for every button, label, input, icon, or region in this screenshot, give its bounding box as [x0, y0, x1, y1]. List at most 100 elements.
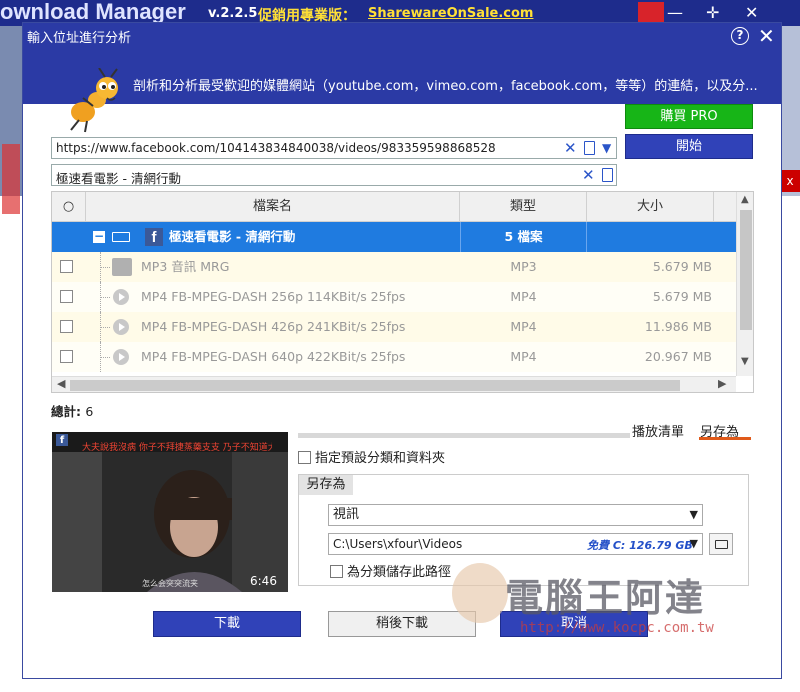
dialog-title: 輸入位址進行分析: [27, 31, 132, 46]
category-value: 視訊: [333, 507, 360, 522]
paste-name-icon[interactable]: [602, 168, 613, 182]
row-checkbox[interactable]: [60, 320, 73, 333]
total-count: 總計: 6: [51, 401, 93, 420]
total-value: 6: [85, 404, 94, 419]
save-path-for-category-option[interactable]: 為分類儲存此路徑: [330, 561, 451, 580]
scroll-left-icon[interactable]: ◀: [57, 377, 65, 390]
computer-icon: [112, 232, 130, 242]
row-checkbox[interactable]: [60, 350, 73, 363]
url-history-dropdown-icon[interactable]: ▼: [602, 141, 611, 155]
folder-icon: [715, 540, 728, 549]
row-name: MP4 FB-MPEG-DASH 426p 241KBit/s 25fps: [141, 319, 406, 334]
group-name: 極速看電影 - 清網行動: [169, 229, 296, 244]
header-select-all[interactable]: ○: [52, 192, 86, 222]
row-size: 5.679 MB: [652, 289, 712, 304]
minimize-icon[interactable]: —: [667, 3, 683, 22]
cancel-button[interactable]: 取消: [500, 611, 648, 637]
vertical-scroll-thumb[interactable]: [740, 210, 752, 330]
use-default-checkbox[interactable]: [298, 451, 311, 464]
save-path-value: C:\Users\xfour\Videos: [333, 537, 463, 551]
facebook-small-icon: f: [56, 434, 68, 446]
chevron-down-icon[interactable]: ▼: [690, 505, 698, 525]
start-button[interactable]: 開始: [625, 134, 753, 159]
category-select[interactable]: 視訊 ▼: [328, 504, 703, 526]
table-header: ○ 檔案名 類型 大小: [52, 192, 736, 222]
dialog-header: 輸入位址進行分析 ? ✕ 剖析和分析最受歡迎的媒體網站（youtube.com，…: [23, 23, 781, 133]
table-group-row[interactable]: − f 極速看電影 - 清網行動 5 檔案: [52, 222, 736, 252]
maximize-icon[interactable]: ✛: [706, 3, 719, 22]
row-size: 5.679 MB: [652, 259, 712, 274]
save-path-checkbox[interactable]: [330, 565, 343, 578]
header-file-name[interactable]: 檔案名: [86, 192, 460, 222]
clear-url-icon[interactable]: ✕: [564, 139, 577, 157]
ant-logo-icon: [70, 68, 118, 133]
header-type[interactable]: 類型: [460, 192, 587, 222]
video-file-icon: [113, 349, 129, 365]
background-close-icon[interactable]: ✕: [745, 3, 758, 22]
row-name: MP4 FB-MPEG-DASH 256p 114KBit/s 25fps: [141, 289, 406, 304]
tab-playlist[interactable]: 播放清單: [632, 421, 684, 440]
facebook-icon: f: [145, 228, 163, 246]
video-file-icon: [113, 319, 129, 335]
row-name: MP3 音訊 MRG: [141, 259, 230, 274]
row-type: MP3: [510, 259, 537, 274]
name-input[interactable]: 極速看電影 - 清網行動 ✕: [51, 164, 617, 186]
scroll-right-icon[interactable]: ▶: [718, 377, 726, 390]
row-type: MP4: [510, 349, 537, 364]
use-default-category-option[interactable]: 指定預設分類和資料夾: [298, 447, 445, 466]
header-size[interactable]: 大小: [587, 192, 714, 222]
tab-divider: [298, 433, 630, 438]
scroll-up-icon[interactable]: ▲: [741, 194, 749, 205]
browse-folder-button[interactable]: [709, 533, 733, 555]
row-type: MP4: [510, 319, 537, 334]
table-row[interactable]: MP4 FB-MPEG-DASH 640p 422KBit/s 25fps MP…: [52, 342, 736, 372]
background-app-version: v.2.2.5: [208, 6, 258, 21]
audio-file-icon: [112, 258, 132, 276]
download-later-button[interactable]: 稍後下載: [328, 611, 476, 637]
chevron-down-icon[interactable]: ▼: [690, 534, 698, 554]
horizontal-scrollbar[interactable]: ◀ ▶: [52, 376, 736, 392]
video-thumbnail[interactable]: f 大夫說我沒病 你子不拜捷蒸藥支支 乃子不知道大夫說的 怎么会突突流夹 6:4…: [52, 432, 288, 592]
table-row[interactable]: MP3 音訊 MRG MP3 5.679 MB: [52, 252, 736, 282]
scroll-down-icon[interactable]: ▼: [741, 356, 749, 367]
table-row[interactable]: MP4 FB-MPEG-DASH 256p 114KBit/s 25fps MP…: [52, 282, 736, 312]
table-row[interactable]: MP4 FB-MPEG-DASH 426p 241KBit/s 25fps MP…: [52, 312, 736, 342]
vertical-scrollbar[interactable]: ▲ ▼: [736, 192, 753, 376]
collapse-icon[interactable]: −: [93, 230, 105, 243]
close-icon[interactable]: ✕: [758, 24, 775, 48]
active-tab-indicator: [699, 437, 751, 440]
analyze-url-dialog: 輸入位址進行分析 ? ✕ 剖析和分析最受歡迎的媒體網站（youtube.com，…: [22, 22, 782, 679]
thumbnail-subtitle: 怎么会突突流夹: [142, 579, 198, 588]
row-type: MP4: [510, 289, 537, 304]
background-app-left-panel: [0, 26, 22, 214]
save-as-label: 另存為: [299, 475, 353, 495]
row-size: 20.967 MB: [644, 349, 712, 364]
thumbnail-caption: 大夫說我沒病 你子不拜捷蒸藥支支 乃子不知道大夫說的: [82, 443, 272, 453]
row-name: MP4 FB-MPEG-DASH 640p 422KBit/s 25fps: [141, 349, 406, 364]
save-path-label: 為分類儲存此路徑: [347, 565, 452, 580]
background-app-promo-link[interactable]: SharewareOnSale.com: [368, 6, 533, 21]
use-default-label: 指定預設分類和資料夾: [315, 451, 446, 466]
paste-url-icon[interactable]: [584, 141, 595, 155]
clear-name-icon[interactable]: ✕: [582, 166, 595, 184]
save-as-panel: 另存為 視訊 ▼ C:\Users\xfour\Videos 免費 C: 126…: [298, 474, 749, 586]
group-type: 5 檔案: [460, 222, 587, 252]
free-space-label: 免費 C: 126.79 GB: [587, 539, 693, 552]
video-file-icon: [113, 289, 129, 305]
name-input-value: 極速看電影 - 清網行動: [56, 171, 181, 186]
buy-pro-button[interactable]: 購買 PRO: [625, 104, 753, 129]
row-checkbox[interactable]: [60, 260, 73, 273]
save-path-select[interactable]: C:\Users\xfour\Videos 免費 C: 126.79 GB ▼: [328, 533, 703, 555]
download-button[interactable]: 下載: [153, 611, 301, 637]
background-app-badge: [638, 2, 664, 24]
video-frame-image: [52, 432, 288, 592]
total-label: 總計:: [51, 404, 81, 419]
horizontal-scroll-thumb[interactable]: [70, 380, 680, 391]
row-checkbox[interactable]: [60, 290, 73, 303]
row-size: 11.986 MB: [644, 319, 712, 334]
video-duration: 6:46: [250, 574, 277, 588]
background-app-close-tab-icon[interactable]: x: [780, 170, 800, 192]
url-input[interactable]: https://www.facebook.com/104143834840038…: [51, 137, 617, 159]
file-table: ○ 檔案名 類型 大小 − f 極速看電影 - 清網行動 5 檔案 MP3 音訊…: [51, 191, 754, 393]
help-icon[interactable]: ?: [731, 27, 749, 45]
